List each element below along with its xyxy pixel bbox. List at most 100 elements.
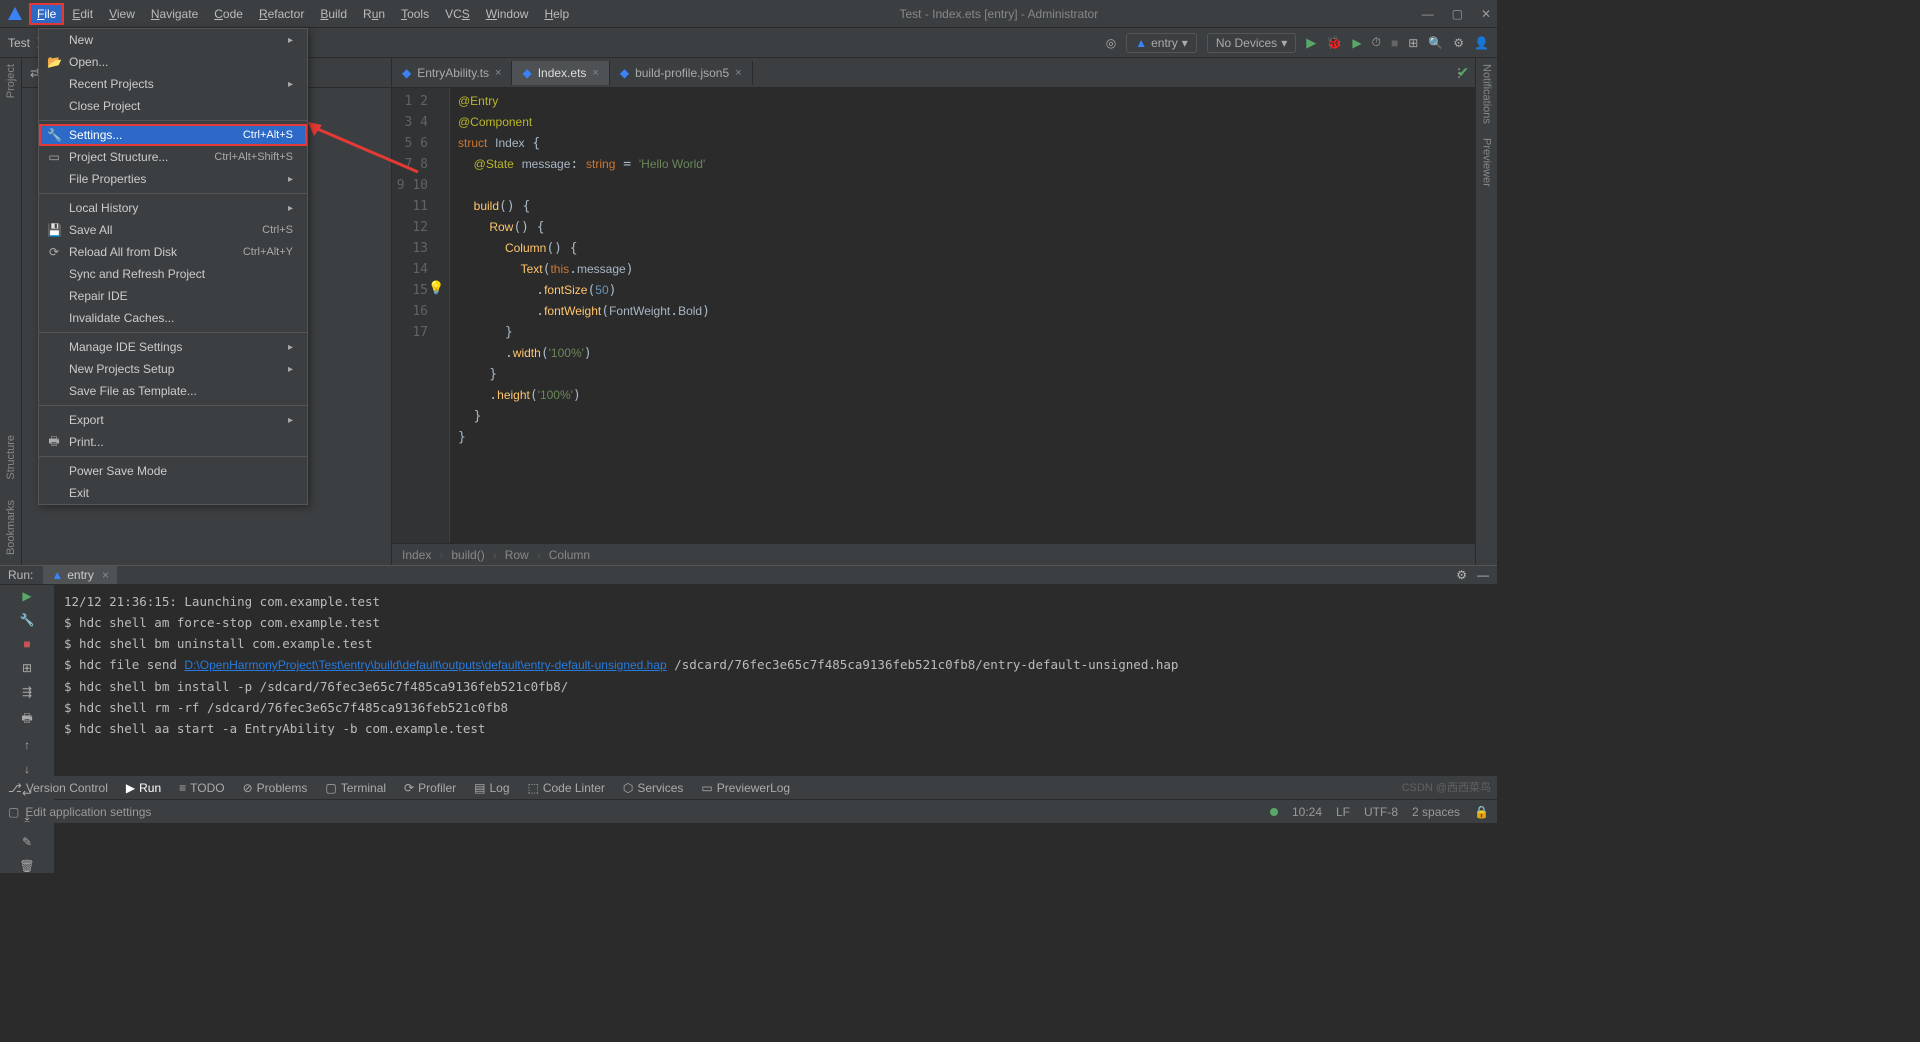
up-icon[interactable]: ↑ xyxy=(24,738,30,752)
run-gear-icon[interactable]: ⚙ xyxy=(1456,568,1467,582)
console-output[interactable]: 12/12 21:36:15: Launching com.example.te… xyxy=(54,585,1497,873)
tool-services[interactable]: ⬡Services xyxy=(623,781,684,795)
tool-profiler[interactable]: ⟳Profiler xyxy=(404,781,456,795)
run-tab-entry[interactable]: ▲entry× xyxy=(43,566,117,584)
analysis-ok-icon[interactable]: ✔ xyxy=(1457,64,1469,81)
search-icon[interactable]: 🔍 xyxy=(1428,36,1443,50)
file-menu-new-projects-setup[interactable]: New Projects Setup▸ xyxy=(39,358,307,380)
menu-file[interactable]: File xyxy=(30,4,63,24)
stop-icon[interactable]: ■ xyxy=(1391,36,1398,50)
file-menu-power-save-mode[interactable]: Power Save Mode xyxy=(39,460,307,482)
status-line-ending[interactable]: LF xyxy=(1336,805,1350,819)
crumb-build()[interactable]: build() xyxy=(451,548,484,562)
tool-problems[interactable]: ⊘Problems xyxy=(243,781,308,795)
filter-icon[interactable]: ⇶ xyxy=(22,685,32,699)
target-icon[interactable]: ◎ xyxy=(1106,36,1116,50)
menu-code[interactable]: Code xyxy=(207,4,250,24)
tab-build-profile-json5[interactable]: ◆build-profile.json5× xyxy=(610,61,753,85)
down-icon[interactable]: ↓ xyxy=(24,762,30,776)
titlebar: FileEditViewNavigateCodeRefactorBuildRun… xyxy=(0,0,1497,28)
crumb-Index[interactable]: Index xyxy=(402,548,431,562)
file-menu-export[interactable]: Export▸ xyxy=(39,409,307,431)
file-menu-project-structure-[interactable]: ▭Project Structure...Ctrl+Alt+Shift+S xyxy=(39,146,307,168)
run-hide-icon[interactable]: — xyxy=(1477,568,1489,582)
avatar-icon[interactable]: 👤 xyxy=(1474,36,1489,50)
run-config-selector[interactable]: ▲entry▾ xyxy=(1126,33,1197,53)
sync-icon[interactable]: ⊞ xyxy=(1408,36,1418,50)
run-panel: Run: ▲entry× ⚙ — ▶ 🔧 ■ ⊞ ⇶ 🖶 ↑ ↓ ↩ ⤓ ✎ 🗑… xyxy=(0,565,1497,775)
intention-bulb-icon[interactable]: 💡 xyxy=(428,277,444,298)
code-breadcrumbs[interactable]: Index›build()›Row›Column xyxy=(392,543,1475,565)
settings-icon[interactable]: ⚙ xyxy=(1453,36,1464,50)
tool-version-control[interactable]: ⎇Version Control xyxy=(8,781,108,795)
menu-tools[interactable]: Tools xyxy=(394,4,436,24)
file-menu-open-[interactable]: 📂Open... xyxy=(39,51,307,73)
project-tab[interactable]: Project xyxy=(5,64,17,98)
tab-EntryAbility-ts[interactable]: ◆EntryAbility.ts× xyxy=(392,61,512,85)
coverage-icon[interactable]: ▶ xyxy=(1352,36,1361,50)
menu-run[interactable]: Run xyxy=(356,4,392,24)
crumb-Row[interactable]: Row xyxy=(505,548,529,562)
file-menu-manage-ide-settings[interactable]: Manage IDE Settings▸ xyxy=(39,336,307,358)
wrench-icon[interactable]: 🔧 xyxy=(20,613,35,627)
menu-help[interactable]: Help xyxy=(537,4,576,24)
status-charset[interactable]: UTF-8 xyxy=(1364,805,1398,819)
menu-navigate[interactable]: Navigate xyxy=(144,4,205,24)
breadcrumb[interactable]: Test xyxy=(8,36,30,50)
tool-previewerlog[interactable]: ▭PreviewerLog xyxy=(701,781,790,795)
menu-window[interactable]: Window xyxy=(479,4,536,24)
menu-refactor[interactable]: Refactor xyxy=(252,4,311,24)
file-menu-print-[interactable]: 🖶Print... xyxy=(39,431,307,453)
file-menu-repair-ide[interactable]: Repair IDE xyxy=(39,285,307,307)
file-menu-reload-all-from-disk[interactable]: ⟳Reload All from DiskCtrl+Alt+Y xyxy=(39,241,307,263)
file-menu-sync-and-refresh-project[interactable]: Sync and Refresh Project xyxy=(39,263,307,285)
status-time: 10:24 xyxy=(1292,805,1322,819)
crumb-Column[interactable]: Column xyxy=(549,548,590,562)
debug-icon[interactable]: 🐞 xyxy=(1326,35,1342,51)
profile-icon[interactable]: ⏱ xyxy=(1372,35,1381,50)
file-menu-file-properties[interactable]: File Properties▸ xyxy=(39,168,307,190)
tool-log[interactable]: ▤Log xyxy=(474,781,509,795)
file-menu-exit[interactable]: Exit xyxy=(39,482,307,504)
run-icon[interactable]: ▶ xyxy=(1306,35,1316,51)
file-menu-close-project[interactable]: Close Project xyxy=(39,95,307,117)
tab-Index-ets[interactable]: ◆Index.ets× xyxy=(512,61,609,85)
file-menu-local-history[interactable]: Local History▸ xyxy=(39,197,307,219)
status-icon[interactable]: ▢ xyxy=(8,805,19,819)
bookmarks-tab[interactable]: Bookmarks xyxy=(5,500,17,555)
minimize-button[interactable]: — xyxy=(1422,7,1434,21)
file-menu-recent-projects[interactable]: Recent Projects▸ xyxy=(39,73,307,95)
previewer-tab[interactable]: Previewer xyxy=(1481,138,1493,187)
tool-todo[interactable]: ≡TODO xyxy=(179,781,224,795)
maximize-button[interactable]: ▢ xyxy=(1452,7,1463,21)
print-icon[interactable]: 🖶 xyxy=(21,709,32,730)
tool-terminal[interactable]: ▢Terminal xyxy=(325,781,386,795)
menubar: FileEditViewNavigateCodeRefactorBuildRun… xyxy=(30,4,576,24)
status-readonly-icon[interactable]: 🔒 xyxy=(1474,805,1489,819)
file-menu-new[interactable]: New▸ xyxy=(39,29,307,51)
menu-vcs[interactable]: VCS xyxy=(438,4,477,24)
notifications-tab[interactable]: Notifications xyxy=(1481,64,1493,124)
file-menu-settings-[interactable]: 🔧Settings...Ctrl+Alt+S xyxy=(39,124,307,146)
editor-tabs: ◆EntryAbility.ts×◆Index.ets×◆build-profi… xyxy=(392,58,1475,88)
left-tool-strip: Project Structure Bookmarks xyxy=(0,58,22,565)
status-message: Edit application settings xyxy=(25,805,151,819)
file-menu-save-all[interactable]: 💾Save AllCtrl+S xyxy=(39,219,307,241)
rerun-icon[interactable]: ▶ xyxy=(22,589,31,603)
status-indent[interactable]: 2 spaces xyxy=(1412,805,1460,819)
tool-run[interactable]: ▶Run xyxy=(126,781,161,795)
device-selector[interactable]: No Devices▾ xyxy=(1207,33,1296,53)
structure-tab[interactable]: Structure xyxy=(5,435,17,480)
close-button[interactable]: ✕ xyxy=(1481,7,1491,21)
file-menu-save-file-as-template-[interactable]: Save File as Template... xyxy=(39,380,307,402)
tool-code-linter[interactable]: ⬚Code Linter xyxy=(528,781,605,795)
file-menu-invalidate-caches-[interactable]: Invalidate Caches... xyxy=(39,307,307,329)
trash-icon[interactable]: 🗑 xyxy=(19,859,34,873)
menu-view[interactable]: View xyxy=(102,4,142,24)
layout-icon[interactable]: ⊞ xyxy=(22,661,32,675)
menu-edit[interactable]: Edit xyxy=(65,4,100,24)
menu-build[interactable]: Build xyxy=(313,4,354,24)
code-editor[interactable]: 💡@Entry @Component struct Index { @State… xyxy=(450,88,1475,543)
stop-run-icon[interactable]: ■ xyxy=(23,637,30,651)
clear-icon[interactable]: ✎ xyxy=(22,835,32,849)
